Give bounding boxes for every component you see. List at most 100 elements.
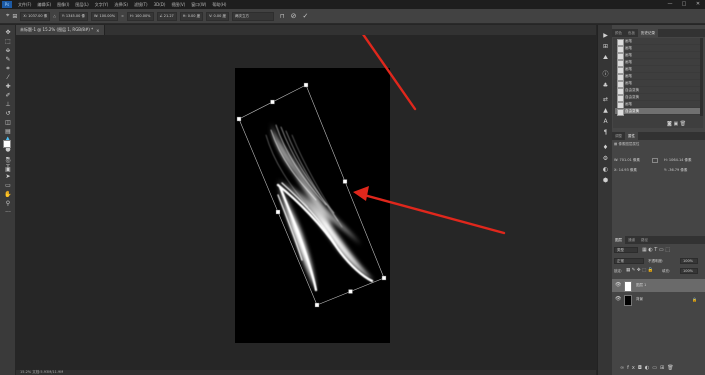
menu-layer[interactable]: 图层(L) [72, 2, 91, 8]
tab-layers[interactable]: 图层 [612, 236, 625, 244]
play-icon[interactable]: ▶ [600, 31, 611, 40]
tab-swatches[interactable]: 色板 [625, 29, 638, 37]
gradient-tool-icon[interactable]: ▤ [3, 128, 13, 136]
layer-row[interactable]: 👁 背景 🔒 [612, 293, 705, 306]
actions-icon[interactable]: ⊞ [600, 42, 611, 51]
fx-icon[interactable]: fx [627, 365, 638, 371]
document-tab[interactable]: 未标题-1 @ 15.2% (图层 1, RGB/8#) * × [16, 25, 105, 35]
lock-icons[interactable]: ▦ ✎ ✥ ⬚ 🔒 [626, 268, 653, 273]
opacity-field[interactable]: 100% [680, 258, 698, 264]
history-item-selected[interactable]: 自由变换 [615, 108, 700, 116]
menu-select[interactable]: 选择(S) [111, 2, 131, 8]
x-field[interactable]: X: 1037.00 像 [20, 11, 51, 21]
healing-brush-icon[interactable]: ✚ [3, 83, 13, 91]
tab-properties[interactable]: 属性 [625, 132, 638, 140]
menu-edit[interactable]: 编辑(E) [34, 2, 54, 8]
layer-row-selected[interactable]: 👁 图层 1 [612, 279, 705, 292]
history-item[interactable]: 画笔 [615, 80, 700, 88]
history-scrollbar[interactable] [700, 38, 703, 116]
properties-w-field[interactable]: W: 701.01 像素 [614, 158, 640, 163]
tab-adjustments[interactable]: 调整 [612, 132, 625, 140]
history-item[interactable]: 画笔 [615, 52, 700, 60]
brush-tool-icon[interactable]: ✐ [3, 92, 13, 100]
brushes-icon[interactable]: ♣ [600, 81, 611, 90]
width-field[interactable]: W: 100.00% [90, 11, 119, 21]
cancel-icon[interactable]: ⊘ [291, 12, 297, 20]
height-field[interactable]: H: 100.00% [127, 11, 154, 21]
hskew-field[interactable]: H: 0.00 度 [179, 11, 204, 21]
layer-kind-filter[interactable]: 类型 [614, 247, 638, 253]
foreground-color-swatch[interactable] [3, 140, 11, 148]
history-item[interactable]: 画笔 [615, 38, 700, 46]
history-item[interactable]: 自由变换 [615, 94, 700, 102]
layer-filter-icons[interactable]: ▦ ◐ T ▭ ⬚ [642, 247, 670, 253]
link-dimensions-icon[interactable] [652, 158, 658, 163]
crop-tool-icon[interactable]: ⌗ [3, 65, 13, 73]
interpolation-select[interactable]: 两次立方 [231, 11, 274, 21]
chain-icon[interactable]: ∞ [121, 14, 124, 18]
transform-icon[interactable]: ⇄ [600, 95, 611, 104]
tab-history[interactable]: 历史记录 [638, 29, 658, 37]
adjust-icon[interactable]: ▲ [600, 106, 611, 115]
commit-icon[interactable]: ✓ [303, 12, 309, 20]
history-brush-icon[interactable]: ↺ [3, 110, 13, 118]
history-item[interactable]: 画笔 [615, 45, 700, 53]
stamp-tool-icon[interactable]: ⊥ [3, 101, 13, 109]
eraser-tool-icon[interactable]: ◫ [3, 119, 13, 127]
close-tab-icon[interactable]: × [96, 28, 99, 33]
more-tools-icon[interactable]: ··· [3, 209, 13, 217]
menu-file[interactable]: 文件(F) [15, 2, 34, 8]
vskew-field[interactable]: V: 0.00 度 [206, 11, 229, 21]
paragraph-icon[interactable]: ¶ [600, 128, 611, 137]
info-icon[interactable]: ⓘ [600, 70, 611, 79]
tab-channels[interactable]: 通道 [625, 236, 638, 244]
blend-mode-select[interactable]: 正常 [614, 258, 644, 264]
visibility-eye-icon[interactable]: 👁 [615, 293, 621, 306]
history-item[interactable]: 画笔 [615, 59, 700, 67]
move-tool-icon[interactable]: ⌖ [6, 12, 9, 20]
properties-h-field[interactable]: H: 1064.14 像素 [664, 158, 692, 163]
tab-color[interactable]: 颜色 [612, 29, 625, 37]
maximize-button[interactable]: □ [677, 0, 691, 9]
history-item[interactable]: 画笔 [615, 73, 700, 81]
screen-mode-icon[interactable]: ▣ [3, 166, 13, 174]
new-snapshot-icon[interactable]: ▣ [673, 121, 678, 127]
quick-select-icon[interactable]: ✎ [3, 56, 13, 64]
menu-window[interactable]: 窗口(W) [188, 2, 209, 8]
menu-image[interactable]: 图像(I) [54, 2, 72, 8]
clone-source-icon[interactable]: ♦ [600, 143, 611, 152]
angle-field[interactable]: ∠ 21.27 [156, 11, 177, 21]
history-item[interactable]: 自由变换 [615, 87, 700, 95]
character-icon[interactable]: A [600, 117, 611, 126]
zoom-tool-icon[interactable]: ⚲ [3, 200, 13, 208]
path-select-icon[interactable]: ➤ [3, 173, 13, 181]
reference-point-icon[interactable]: ⊞ [12, 13, 17, 20]
hand-tool-icon[interactable]: ✋ [3, 191, 13, 199]
y-field[interactable]: Y: 1345.00 像 [58, 11, 88, 21]
menu-help[interactable]: 帮助(H) [209, 2, 229, 8]
snapshot-icon[interactable]: ◙ [667, 121, 672, 127]
delete-layer-icon[interactable]: 🗑 [667, 365, 676, 371]
shape-tool-icon[interactable]: ▭ [3, 182, 13, 190]
channels-icon[interactable]: ◐ [600, 165, 611, 174]
close-button[interactable]: ✕ [691, 0, 705, 9]
visibility-eye-icon[interactable]: 👁 [615, 279, 621, 292]
3d-icon[interactable]: ⬢ [600, 176, 611, 185]
delete-icon[interactable]: 🗑 [680, 121, 686, 127]
lasso-tool-icon[interactable]: ꝋ [3, 47, 13, 55]
move-tool-icon[interactable]: ✥ [3, 29, 13, 37]
menu-3d[interactable]: 3D(D) [151, 2, 169, 7]
warp-icon[interactable]: ⊓ [280, 13, 285, 20]
menu-filter[interactable]: 滤镜(T) [131, 2, 151, 8]
eyedropper-icon[interactable]: ⁄ [3, 74, 13, 82]
group-icon[interactable]: ▭ [652, 365, 660, 371]
menu-type[interactable]: 文字(Y) [92, 2, 112, 8]
swatches-icon[interactable]: ⛰ [600, 53, 611, 62]
minimize-button[interactable]: — [663, 0, 677, 9]
menu-view[interactable]: 视图(V) [168, 2, 188, 8]
tab-paths[interactable]: 路径 [638, 236, 651, 244]
link-icon[interactable]: △ [53, 14, 56, 18]
fill-field[interactable]: 100% [680, 268, 698, 274]
marquee-tool-icon[interactable]: ⬚ [3, 38, 13, 46]
history-item[interactable]: 画笔 [615, 101, 700, 109]
